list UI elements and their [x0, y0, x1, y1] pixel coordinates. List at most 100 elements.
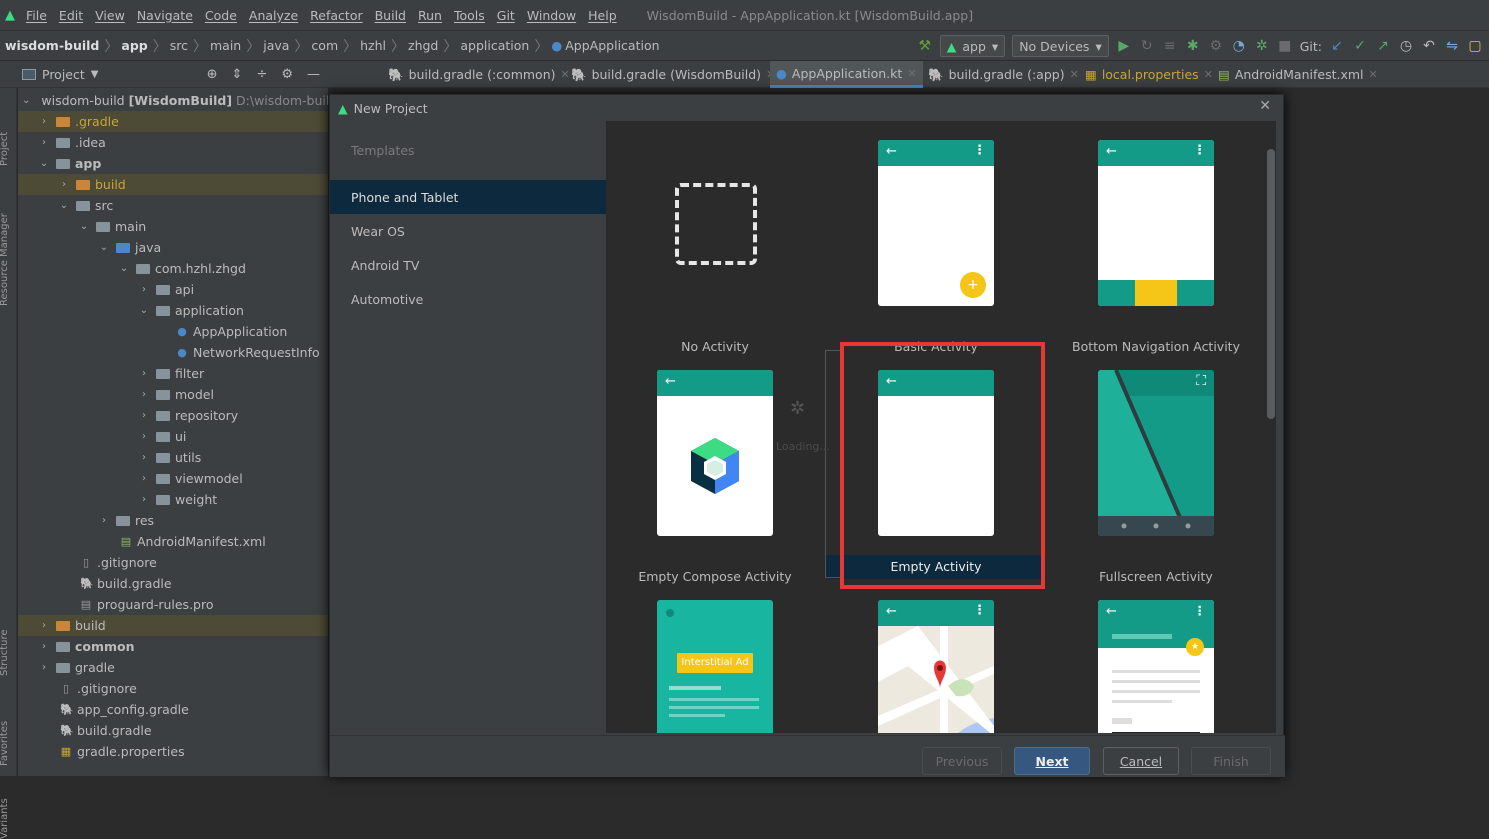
tree-node[interactable]: › api [18, 279, 328, 300]
tree-node[interactable]: ⌄ main [18, 216, 328, 237]
next-button[interactable]: Next [1014, 747, 1090, 775]
tree-node[interactable]: › utils [18, 447, 328, 468]
tab-build-gradle-wisdombuild[interactable]: 🐘build.gradle (WisdomBuild)✕ [571, 61, 775, 88]
chevron-down-icon[interactable]: ⌄ [58, 200, 70, 211]
hide-icon[interactable]: — [307, 67, 320, 82]
chevron-right-icon[interactable]: › [38, 662, 50, 673]
hammer-build-icon[interactable]: ⚒ [917, 38, 933, 54]
tree-node[interactable]: ⌄ java [18, 237, 328, 258]
menu-refactor[interactable]: Refactor [304, 8, 368, 23]
apply-changes-icon[interactable]: ↻ [1139, 38, 1155, 54]
project-tool-tab[interactable]: Project [0, 132, 10, 166]
chevron-right-icon[interactable]: › [38, 137, 50, 148]
tree-node[interactable]: ● AppApplication [18, 321, 328, 342]
breadcrumb-item[interactable]: application [460, 38, 529, 53]
sync-gradle-icon[interactable]: ⇋ [1444, 38, 1460, 54]
template-maps-activity[interactable]: ← ⋮ [836, 595, 1036, 733]
menu-edit[interactable]: Edit [53, 8, 89, 23]
git-update-icon[interactable]: ↙ [1329, 38, 1345, 54]
tree-node[interactable]: ▯ .gitignore [18, 552, 328, 573]
chevron-right-icon[interactable]: › [38, 116, 50, 127]
chevron-down-icon[interactable]: ▼ [91, 69, 99, 80]
close-icon[interactable]: ✕ [907, 67, 916, 80]
stop-icon[interactable]: ■ [1277, 38, 1293, 54]
menu-tools[interactable]: Tools [448, 8, 491, 23]
tab-androidmanifest[interactable]: ▤ AndroidManifest.xml ✕ [1218, 61, 1378, 88]
tab-build-gradle-common[interactable]: 🐘 build.gradle (:common) ✕ [388, 61, 570, 88]
chevron-right-icon[interactable]: › [38, 641, 50, 652]
tree-node-root[interactable]: ⌄ wisdom-build [WisdomBuild] D:\wisdom-bu… [18, 90, 337, 111]
chevron-down-icon[interactable]: ⌄ [38, 158, 50, 169]
chevron-right-icon[interactable]: › [38, 620, 50, 631]
git-push-icon[interactable]: ↗ [1375, 38, 1391, 54]
chevron-down-icon[interactable]: ⌄ [98, 242, 110, 253]
tree-node[interactable]: 🐘 build.gradle [18, 720, 328, 741]
scrollbar[interactable] [1267, 149, 1275, 419]
category-android-tv[interactable]: Android TV [330, 248, 606, 282]
history-icon[interactable]: ◷ [1398, 38, 1414, 54]
breadcrumb-item[interactable]: com [311, 38, 338, 53]
close-icon[interactable]: ✕ [1204, 68, 1213, 81]
template-no-activity[interactable]: No Activity [615, 135, 815, 355]
template-empty-compose-activity[interactable]: ← Empty Compose Activity [615, 365, 815, 585]
rollback-icon[interactable]: ↶ [1421, 38, 1437, 54]
tree-node[interactable]: › build [18, 174, 328, 195]
chevron-right-icon[interactable]: › [58, 179, 70, 190]
close-icon[interactable]: ✕ [1369, 68, 1378, 81]
category-wear-os[interactable]: Wear OS [330, 214, 606, 248]
tree-node[interactable]: › filter [18, 363, 328, 384]
tree-node[interactable]: › res [18, 510, 328, 531]
tree-node[interactable]: › viewmodel [18, 468, 328, 489]
tab-build-gradle-app[interactable]: 🐘 build.gradle (:app) ✕ [928, 61, 1079, 88]
resource-manager-tool-tab[interactable]: Resource Manager [0, 213, 10, 306]
favorites-tool-tab[interactable]: Favorites [0, 721, 10, 766]
breadcrumb-item[interactable]: zhgd [408, 38, 438, 53]
tree-node[interactable]: 🐘 build.gradle [18, 573, 328, 594]
gear-icon[interactable]: ⚙ [281, 67, 293, 82]
menu-code[interactable]: Code [199, 8, 243, 23]
collapse-all-icon[interactable]: ÷ [256, 67, 267, 82]
close-icon[interactable]: ✕ [1259, 98, 1271, 114]
tree-node[interactable]: ● NetworkRequestInfo [18, 342, 328, 363]
chevron-right-icon[interactable]: › [98, 515, 110, 526]
template-interstitial-ad[interactable]: Interstitial Ad [615, 595, 815, 733]
finish-button[interactable]: Finish [1191, 747, 1271, 775]
menu-window[interactable]: Window [521, 8, 582, 23]
menu-navigate[interactable]: Navigate [131, 8, 199, 23]
tree-node[interactable]: ▤ AndroidManifest.xml [18, 531, 328, 552]
chevron-right-icon[interactable]: › [138, 410, 150, 421]
chevron-down-icon[interactable]: ⌄ [22, 95, 30, 106]
tree-node[interactable]: ⌄ app [18, 153, 328, 174]
chevron-right-icon[interactable]: › [138, 389, 150, 400]
debug-icon[interactable]: ✱ [1185, 38, 1201, 54]
chevron-right-icon[interactable]: › [138, 452, 150, 463]
tab-local-properties[interactable]: ▦ local.properties ✕ [1085, 61, 1213, 88]
breadcrumb-item[interactable]: wisdom-build [5, 38, 99, 53]
breadcrumb-item[interactable]: main [210, 38, 241, 53]
locate-icon[interactable]: ⊕ [207, 67, 218, 82]
tree-node[interactable]: › .gradle [18, 111, 328, 132]
menu-help[interactable]: Help [582, 8, 623, 23]
chevron-right-icon[interactable]: › [138, 494, 150, 505]
tree-node[interactable]: ⌄ application [18, 300, 328, 321]
template-login-activity[interactable]: ← ⋮ ★ [1056, 595, 1256, 733]
template-fullscreen-activity[interactable]: ← ⛶ Fullscreen Activity [1056, 365, 1256, 585]
expand-all-icon[interactable]: ⇕ [232, 67, 243, 82]
menu-view[interactable]: View [89, 8, 131, 23]
close-icon[interactable]: ✕ [561, 68, 570, 81]
tree-node[interactable]: ⌄ com.hzhl.zhgd [18, 258, 328, 279]
tree-node[interactable]: › build [18, 615, 328, 636]
tree-node[interactable]: ▤ proguard-rules.pro [18, 594, 328, 615]
template-basic-activity[interactable]: ← ⋮ + Basic Activity [836, 135, 1036, 355]
breadcrumb-item[interactable]: java [263, 38, 289, 53]
menu-git[interactable]: Git [491, 8, 521, 23]
close-icon[interactable]: ✕ [1070, 68, 1079, 81]
menu-run[interactable]: Run [412, 8, 448, 23]
variants-tool-tab[interactable]: Variants [0, 798, 10, 839]
category-phone-and-tablet[interactable]: Phone and Tablet [330, 180, 606, 214]
tree-node[interactable]: › common [18, 636, 328, 657]
breadcrumb-item[interactable]: AppApplication [565, 38, 659, 53]
attach-icon[interactable]: ✲ [1254, 38, 1270, 54]
tree-node[interactable]: ▦ gradle.properties [18, 741, 328, 762]
menu-analyze[interactable]: Analyze [243, 8, 304, 23]
